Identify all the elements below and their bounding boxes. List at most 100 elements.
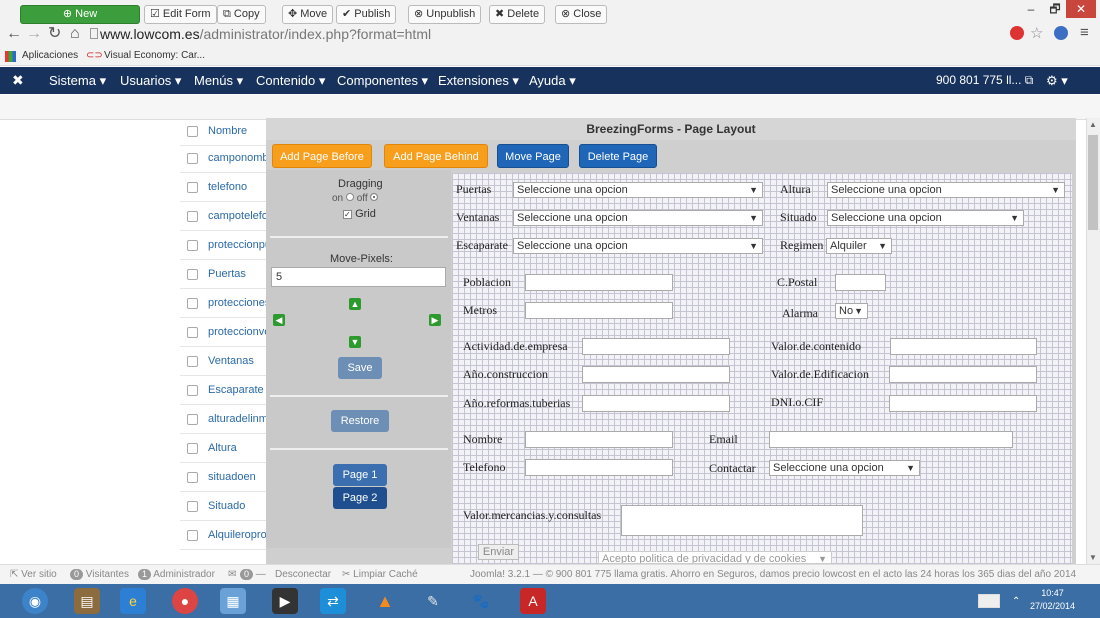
input-anio-reformas[interactable] — [582, 395, 730, 412]
list-item[interactable]: Alquileropro — [180, 521, 270, 550]
row-checkbox[interactable] — [187, 181, 198, 193]
gimp-icon[interactable]: 🐾 — [468, 588, 494, 614]
dragging-toggle[interactable]: on off — [332, 193, 379, 204]
close-button[interactable]: ⊗ Close — [555, 5, 608, 24]
minimize-button[interactable]: – — [1018, 0, 1044, 18]
paint-icon[interactable]: ✎ — [420, 588, 446, 614]
list-item-label[interactable]: protecciones — [208, 297, 270, 309]
list-item-label[interactable]: alturadelinm — [208, 413, 268, 425]
add-page-before-button[interactable]: Add Page Before — [272, 144, 372, 168]
row-checkbox[interactable] — [187, 442, 198, 454]
nav-sistema[interactable]: Sistema ▾ — [49, 67, 106, 94]
keyboard-icon[interactable] — [978, 594, 1000, 608]
list-item[interactable]: Puertas — [180, 260, 270, 289]
arrow-right-icon[interactable]: ▶ — [429, 314, 441, 326]
star-icon[interactable]: ☆ — [1030, 24, 1043, 42]
row-checkbox[interactable] — [187, 326, 198, 338]
select-alarma[interactable]: No ▼ — [835, 303, 868, 319]
input-valor-edificacion[interactable] — [889, 366, 1037, 383]
select-situado[interactable]: Seleccione una opcion ▼ — [827, 210, 1024, 226]
nav-extensiones[interactable]: Extensiones ▾ — [438, 67, 519, 94]
apps-icon[interactable] — [5, 51, 16, 62]
textarea-valor-mercancias[interactable] — [621, 505, 863, 536]
reload-icon[interactable]: ↻ — [48, 24, 61, 44]
list-item-label[interactable]: Escaparate — [208, 384, 264, 396]
delete-button[interactable]: ✖ Delete — [489, 5, 546, 24]
list-item[interactable]: campotelefo — [180, 202, 270, 231]
list-item-label[interactable]: Ventanas — [208, 355, 254, 367]
vlc-icon[interactable]: ▲ — [372, 588, 398, 614]
row-checkbox[interactable] — [187, 297, 198, 309]
list-item[interactable]: Ventanas — [180, 347, 270, 376]
menu-icon[interactable]: ≡ — [1080, 24, 1089, 41]
page-1-button[interactable]: Page 1 — [333, 464, 387, 486]
row-checkbox[interactable] — [187, 268, 198, 280]
list-item-label[interactable]: camponomb — [208, 152, 269, 164]
profile-icon[interactable] — [1054, 26, 1068, 40]
delete-page-button[interactable]: Delete Page — [579, 144, 657, 168]
edit-form-button[interactable]: ☑ Edit Form — [144, 5, 217, 24]
list-item-label[interactable]: Altura — [208, 442, 237, 454]
enviar-button[interactable]: Enviar — [478, 544, 519, 560]
copy-button[interactable]: ⧉ Copy — [217, 5, 266, 24]
list-item[interactable]: Situado — [180, 492, 270, 521]
ver-sitio-link[interactable]: ⇱ Ver sitio — [10, 565, 57, 585]
file-explorer-icon[interactable]: ▤ — [74, 588, 100, 614]
list-item[interactable]: proteccionpu — [180, 231, 270, 260]
move-page-button[interactable]: Move Page — [497, 144, 569, 168]
list-item[interactable]: Nombre — [180, 117, 270, 146]
input-actividad[interactable] — [582, 338, 730, 355]
row-checkbox[interactable] — [187, 152, 198, 164]
scroll-down-icon[interactable]: ▼ — [1089, 553, 1097, 562]
move-pixels-input[interactable]: 5 — [271, 267, 446, 287]
list-item-label[interactable]: Situado — [208, 500, 245, 512]
joomla-logo-icon[interactable]: ✖ — [12, 67, 24, 94]
privacy-select[interactable]: Acepto politica de privacidad y de cooki… — [598, 551, 832, 564]
list-item[interactable]: Escaparate — [180, 376, 270, 405]
dragging-on-radio[interactable] — [345, 193, 354, 201]
add-page-behind-button[interactable]: Add Page Behind — [384, 144, 488, 168]
select-altura[interactable]: Seleccione una opcion ▼ — [827, 182, 1065, 198]
arrow-up-icon[interactable]: ▲ — [349, 298, 361, 310]
list-item[interactable]: situadoen — [180, 463, 270, 492]
list-item[interactable]: protecciones — [180, 289, 270, 318]
nav-componentes[interactable]: Componentes ▾ — [337, 67, 428, 94]
close-window-button[interactable]: ✕ — [1066, 0, 1096, 18]
calculator-icon[interactable]: ▦ — [220, 588, 246, 614]
nav-menus[interactable]: Menús ▾ — [194, 67, 243, 94]
bookmark-visual-economy[interactable]: Visual Economy: Car... — [104, 48, 205, 64]
list-item-label[interactable]: campotelefo — [208, 210, 268, 222]
move-button[interactable]: ✥ Move — [282, 5, 334, 24]
input-nombre[interactable] — [525, 431, 673, 448]
page-2-button[interactable]: Page 2 — [333, 487, 387, 509]
row-checkbox[interactable] — [187, 125, 198, 137]
list-item-label[interactable]: Nombre — [208, 125, 247, 137]
select-regimen[interactable]: Alquiler ▼ — [826, 238, 892, 254]
bookmark-aplicaciones[interactable]: Aplicaciones — [22, 48, 78, 64]
input-anio-construccion[interactable] — [582, 366, 730, 383]
row-checkbox[interactable] — [187, 384, 198, 396]
list-item[interactable]: camponomb — [180, 144, 270, 173]
input-valor-contenido[interactable] — [890, 338, 1037, 355]
site-phone-link[interactable]: 900 801 775 ll... ⧉ — [936, 67, 1033, 94]
row-checkbox[interactable] — [187, 355, 198, 367]
arrow-down-icon[interactable]: ▼ — [349, 336, 361, 348]
row-checkbox[interactable] — [187, 239, 198, 251]
publish-button[interactable]: ✔ Publish — [336, 5, 397, 24]
grid-checkbox[interactable]: ✓ Grid — [343, 208, 376, 220]
row-checkbox[interactable] — [187, 471, 198, 483]
input-email[interactable] — [769, 431, 1013, 448]
new-button[interactable]: ⊕ New — [20, 5, 140, 24]
input-cpostal[interactable] — [835, 274, 886, 291]
row-checkbox[interactable] — [187, 500, 198, 512]
nav-usuarios[interactable]: Usuarios ▾ — [120, 67, 181, 94]
unpublish-button[interactable]: ⊗ Unpublish — [408, 5, 482, 24]
maximize-button[interactable]: 🗗 — [1042, 0, 1068, 18]
chrome-icon[interactable]: ● — [172, 588, 198, 614]
list-item[interactable]: Altura — [180, 434, 270, 463]
row-checkbox[interactable] — [187, 413, 198, 425]
tray-arrow-icon[interactable]: ⌃ — [1012, 596, 1020, 607]
home-icon[interactable]: ⌂ — [70, 24, 80, 44]
list-item[interactable]: telefono — [180, 173, 270, 202]
start-button-icon[interactable]: ◉ — [22, 588, 48, 614]
